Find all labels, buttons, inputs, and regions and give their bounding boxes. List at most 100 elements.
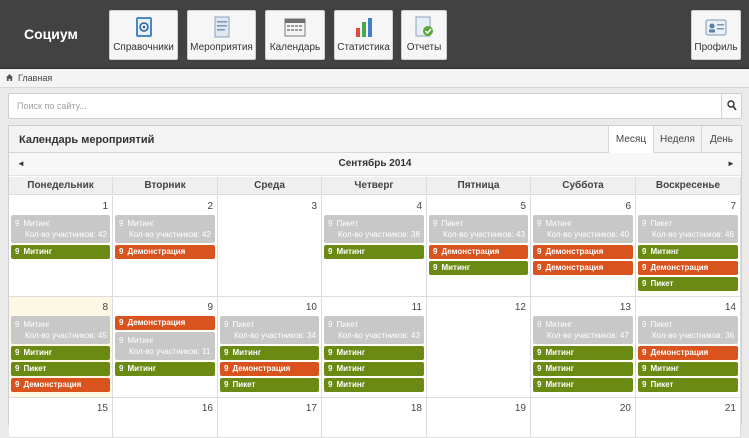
- day-cell[interactable]: 18: [322, 398, 427, 438]
- day-cell[interactable]: 13 9 Митинг Кол-во участников: 47 9 Митинг 9 Ми…: [531, 297, 636, 398]
- event-title: Демонстрация: [127, 318, 186, 327]
- search-input[interactable]: Поиск по сайту...: [17, 101, 87, 111]
- breadcrumb: Главная: [0, 69, 749, 88]
- event-item[interactable]: 9 Митинг: [638, 362, 738, 376]
- next-month-arrow-icon[interactable]: ►: [727, 159, 735, 168]
- day-cell[interactable]: 12: [427, 297, 531, 398]
- event-item[interactable]: 9 Митинг: [638, 245, 738, 259]
- event-item[interactable]: 9 Пикет: [220, 378, 319, 392]
- event-item[interactable]: 9 Митинг: [429, 261, 528, 275]
- day-cell[interactable]: 14 9 Пикет Кол-во участников: 36 9 Демонстрац…: [636, 297, 741, 398]
- event-item[interactable]: 9 Демонстрация: [429, 245, 528, 259]
- event-time: 9: [433, 247, 438, 256]
- event-item[interactable]: 9 Демонстрация: [220, 362, 319, 376]
- event-item[interactable]: 9 Митинг Кол-во участников: 47: [533, 316, 633, 344]
- day-cell[interactable]: 16: [113, 398, 218, 438]
- event-item[interactable]: 9 Митинг: [324, 245, 424, 259]
- event-participants: Кол-во участников: 36: [652, 331, 734, 340]
- event-time: 9: [328, 380, 333, 389]
- event-item[interactable]: 9 Демонстрация: [533, 245, 633, 259]
- tab-month[interactable]: Месяц: [608, 126, 653, 154]
- event-time: 9: [537, 219, 542, 228]
- day-cell[interactable]: 21: [636, 398, 741, 438]
- day-number: 19: [514, 403, 526, 414]
- event-item[interactable]: 9 Демонстрация: [638, 346, 738, 360]
- day-cell[interactable]: 5 9 Пикет Кол-во участников: 43 9 Демонстраци…: [427, 196, 531, 297]
- breadcrumb-home-link[interactable]: Главная: [18, 73, 52, 83]
- nav-directories-button[interactable]: Справочники: [109, 10, 178, 60]
- day-cell[interactable]: 3: [218, 196, 322, 297]
- day-number: 8: [102, 302, 108, 313]
- event-item[interactable]: 9 Митинг: [533, 378, 633, 392]
- event-item[interactable]: 9 Пикет Кол-во участников: 43: [429, 215, 528, 243]
- day-cell[interactable]: 2 9 Митинг Кол-во участников: 42 9 Демонстрац…: [113, 196, 218, 297]
- brand-logo[interactable]: Социум: [24, 26, 78, 42]
- day-cell[interactable]: 8 9 Митинг Кол-во участников: 45 9 Митинг 9 Пик…: [9, 297, 113, 398]
- event-item[interactable]: 9 Демонстрация: [11, 378, 110, 392]
- event-item[interactable]: 9 Пикет Кол-во участников: 38: [324, 215, 424, 243]
- event-item[interactable]: 9 Митинг Кол-во участников: 11: [115, 332, 215, 360]
- event-title: Митинг: [545, 348, 575, 357]
- event-item[interactable]: 9 Митинг: [11, 245, 110, 259]
- event-title: Митинг: [650, 247, 680, 256]
- weekday-header: Пятница: [427, 177, 531, 195]
- event-item[interactable]: 9 Митинг: [533, 362, 633, 376]
- event-item[interactable]: 9 Митинг: [11, 346, 110, 360]
- event-time: 9: [328, 247, 333, 256]
- event-item[interactable]: 9 Митинг Кол-во участников: 40: [533, 215, 633, 243]
- day-cell[interactable]: 17: [218, 398, 322, 438]
- event-item[interactable]: 9 Пикет Кол-во участников: 43: [324, 316, 424, 344]
- day-cell[interactable]: 7 9 Пикет Кол-во участников: 46 9 Митинг 9 Демо…: [636, 196, 741, 297]
- search-bar[interactable]: Поиск по сайту...: [8, 93, 742, 119]
- event-item[interactable]: 9 Демонстрация: [638, 261, 738, 275]
- event-time: 9: [642, 279, 647, 288]
- event-item[interactable]: 9 Митинг: [220, 346, 319, 360]
- bar-chart-icon: [355, 18, 372, 37]
- nav-calendar-button[interactable]: Календарь: [265, 10, 325, 60]
- nav-statistics-button[interactable]: Статистика: [334, 10, 393, 60]
- event-title: Демонстрация: [650, 263, 709, 272]
- tab-week[interactable]: Неделя: [653, 126, 701, 153]
- home-icon[interactable]: [6, 74, 13, 81]
- day-cell[interactable]: 10 9 Пикет Кол-во участников: 34 9 Митинг 9 Дем…: [218, 297, 322, 398]
- day-cell[interactable]: 9 9 Демонстрация 9 Митинг Кол-во участников: …: [113, 297, 218, 398]
- event-item[interactable]: 9 Пикет: [638, 277, 738, 291]
- event-time: 9: [224, 380, 229, 389]
- event-item[interactable]: 9 Пикет Кол-во участников: 34: [220, 316, 319, 344]
- event-title: Митинг: [336, 348, 366, 357]
- event-item[interactable]: 9 Пикет: [638, 378, 738, 392]
- event-time: 9: [119, 247, 124, 256]
- day-cell[interactable]: 4 9 Пикет Кол-во участников: 38 9 Митинг: [322, 196, 427, 297]
- day-cell[interactable]: 6 9 Митинг Кол-во участников: 40 9 Демонстрац…: [531, 196, 636, 297]
- day-number: 16: [201, 403, 213, 414]
- event-item[interactable]: 9 Пикет Кол-во участников: 46: [638, 215, 738, 243]
- profile-button[interactable]: Профиль: [691, 10, 741, 60]
- event-participants: Кол-во участников: 38: [338, 230, 420, 239]
- event-item[interactable]: 9 Демонстрация: [115, 245, 215, 259]
- day-cell[interactable]: 1 9 Митинг Кол-во участников: 42 9 Митинг: [9, 196, 113, 297]
- event-item[interactable]: 9 Митинг Кол-во участников: 45: [11, 316, 110, 344]
- tab-day[interactable]: День: [701, 126, 741, 153]
- event-time: 9: [537, 247, 542, 256]
- nav-reports-button[interactable]: Отчеты: [401, 10, 447, 60]
- event-item[interactable]: 9 Митинг: [324, 378, 424, 392]
- event-item[interactable]: 9 Митинг Кол-во участников: 42: [11, 215, 110, 243]
- event-item[interactable]: 9 Пикет Кол-во участников: 36: [638, 316, 738, 344]
- event-item[interactable]: 9 Демонстрация: [115, 316, 215, 330]
- nav-events-button[interactable]: Мероприятия: [187, 10, 256, 60]
- event-item[interactable]: 9 Пикет: [11, 362, 110, 376]
- event-item[interactable]: 9 Митинг: [324, 362, 424, 376]
- event-item[interactable]: 9 Митинг Кол-во участников: 42: [115, 215, 215, 243]
- search-button[interactable]: [721, 94, 741, 118]
- event-item[interactable]: 9 Демонстрация: [533, 261, 633, 275]
- event-item[interactable]: 9 Митинг: [324, 346, 424, 360]
- day-cell[interactable]: 15: [9, 398, 113, 438]
- day-number: 21: [724, 403, 736, 414]
- day-cell[interactable]: 20: [531, 398, 636, 438]
- event-item[interactable]: 9 Митинг: [533, 346, 633, 360]
- event-title: Пикет: [336, 219, 359, 228]
- day-cell[interactable]: 11 9 Пикет Кол-во участников: 43 9 Митинг 9 Мит…: [322, 297, 427, 398]
- event-item[interactable]: 9 Митинг: [115, 362, 215, 376]
- day-cell[interactable]: 19: [427, 398, 531, 438]
- calendar-panel: Календарь мероприятий Месяц Неделя День …: [8, 125, 742, 438]
